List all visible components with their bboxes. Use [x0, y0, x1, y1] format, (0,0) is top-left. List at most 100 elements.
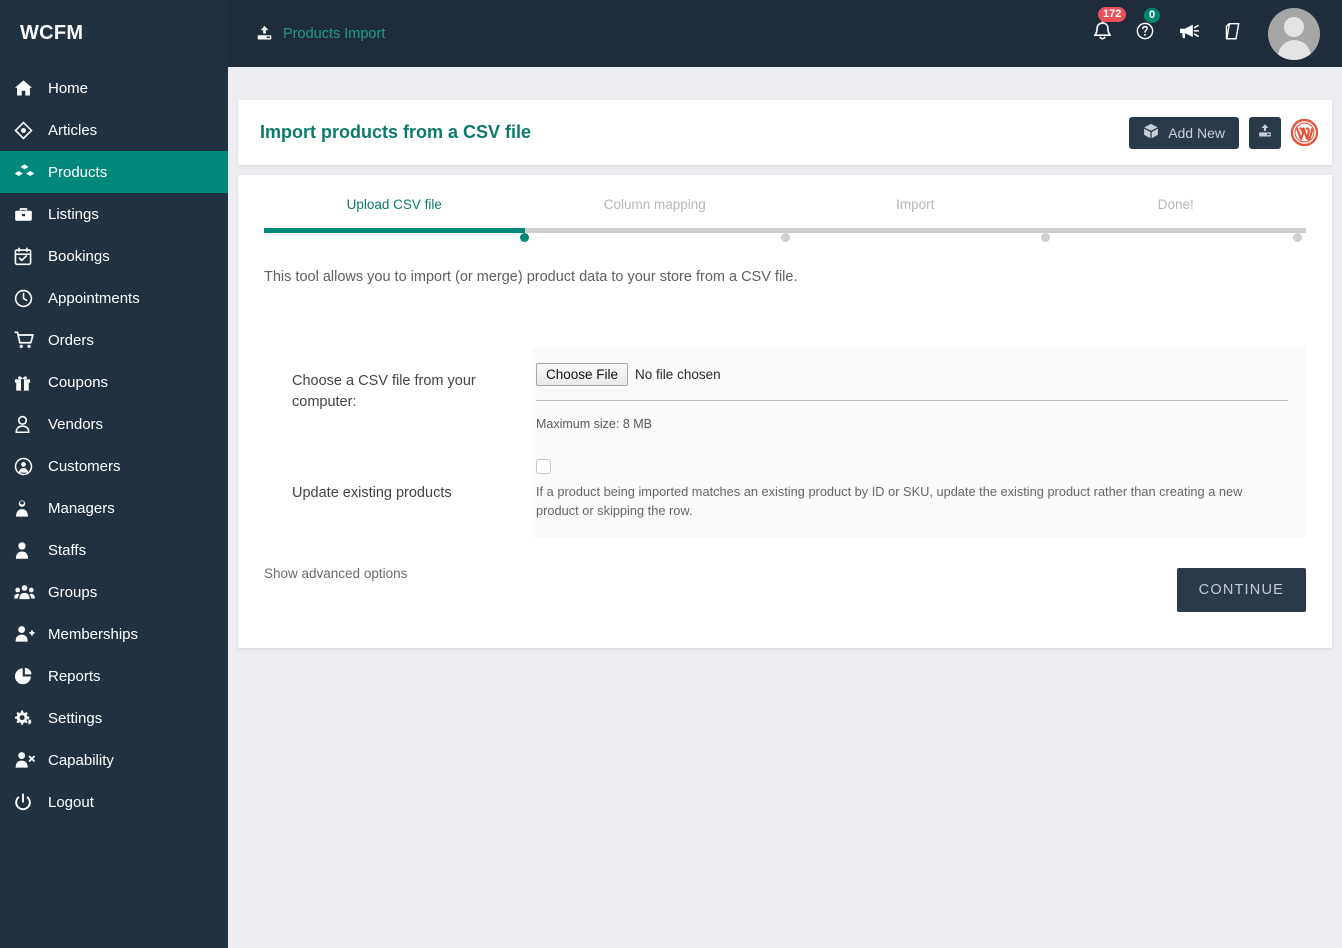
sidebar-item-orders[interactable]: Orders [0, 319, 228, 361]
step-upload-csv[interactable]: Upload CSV file [264, 197, 525, 228]
sidebar-item-label: Memberships [48, 625, 139, 643]
sidebar-item-home[interactable]: Home [0, 67, 228, 109]
main-content: Import products from a CSV file Add New [228, 67, 1342, 948]
gears-icon [14, 709, 48, 728]
sidebar-item-label: Articles [48, 121, 98, 139]
products-icon [14, 163, 48, 181]
sidebar-item-label: Products [48, 163, 108, 181]
stepper-labels: Upload CSV file Column mapping Import Do… [264, 197, 1306, 228]
notifications-button[interactable]: 172 [1092, 6, 1127, 48]
sidebar-item-groups[interactable]: Groups [0, 571, 228, 613]
sidebar-item-memberships[interactable]: Memberships [0, 613, 228, 655]
gift-icon [14, 373, 48, 392]
bell-icon [1092, 20, 1113, 48]
upload-icon [256, 25, 273, 42]
avatar-head [1284, 16, 1304, 37]
sidebar-item-bookings[interactable]: Bookings [0, 235, 228, 277]
avatar[interactable] [1268, 7, 1320, 60]
file-input-line: Choose File No file chosen [536, 363, 1288, 401]
sidebar-item-label: Coupons [48, 373, 109, 391]
sidebar-item-label: Capability [48, 751, 114, 769]
download-icon [1257, 123, 1273, 142]
cube-icon [1143, 123, 1159, 142]
sidebar-item-capability[interactable]: Capability [0, 739, 228, 781]
sidebar-item-managers[interactable]: Managers [0, 487, 228, 529]
user-circle-icon [14, 457, 48, 476]
top-bar-actions: 172 0 [1092, 6, 1342, 60]
sidebar-item-articles[interactable]: Articles [0, 109, 228, 151]
import-wizard-card: Upload CSV file Column mapping Import Do… [238, 175, 1332, 649]
wizard-stepper: Upload CSV file Column mapping Import Do… [264, 175, 1306, 242]
book-icon [1222, 21, 1242, 47]
step-import[interactable]: Import [785, 197, 1046, 228]
choose-file-button[interactable]: Choose File [536, 363, 629, 386]
csv-file-field: Choose File No file chosen Maximum size:… [532, 347, 1306, 445]
sidebar-item-label: Customers [48, 457, 121, 475]
calendar-check-icon [14, 247, 48, 266]
sidebar-item-logout[interactable]: Logout [0, 781, 228, 823]
step-column-mapping[interactable]: Column mapping [525, 197, 786, 228]
sidebar-item-customers[interactable]: Customers [0, 445, 228, 487]
home-icon [14, 79, 48, 97]
update-existing-checkbox[interactable] [536, 459, 551, 474]
sidebar-item-products[interactable]: Products [0, 151, 228, 193]
update-existing-description: If a product being imported matches an e… [536, 484, 1243, 518]
sidebar-item-listings[interactable]: Listings [0, 193, 228, 235]
wizard-footer: Show advanced options CONTINUE [264, 564, 1306, 624]
sidebar-item-label: Settings [48, 709, 103, 727]
announcements-button[interactable] [1177, 21, 1200, 46]
sidebar-item-reports[interactable]: Reports [0, 655, 228, 697]
megaphone-icon [1177, 21, 1200, 46]
knowledgebase-button[interactable] [1222, 21, 1242, 47]
user-plus-icon [14, 625, 48, 643]
step-dot-import [1041, 233, 1050, 242]
sidebar-item-vendors[interactable]: Vendors [0, 403, 228, 445]
brand-name: WCFM [20, 22, 84, 44]
add-new-label: Add New [1168, 124, 1225, 141]
sidebar-item-label: Home [48, 79, 89, 97]
sidebar-item-coupons[interactable]: Coupons [0, 361, 228, 403]
sidebar-item-label: Listings [48, 205, 99, 223]
sidebar-item-appointments[interactable]: Appointments [0, 277, 228, 319]
continue-button[interactable]: CONTINUE [1176, 568, 1306, 613]
show-advanced-options-link[interactable]: Show advanced options [264, 564, 407, 581]
wordpress-icon[interactable] [1291, 119, 1318, 146]
sidebar-item-settings[interactable]: Settings [0, 697, 228, 739]
sidebar: Home Articles Products Listings Bookings [0, 67, 228, 948]
import-button[interactable] [1249, 116, 1281, 149]
sidebar-item-label: Reports [48, 667, 101, 685]
briefcase-icon [14, 206, 48, 223]
user-lock-icon [14, 499, 48, 518]
sidebar-item-label: Managers [48, 499, 115, 517]
breadcrumb-label: Products Import [283, 25, 386, 42]
csv-file-row: Choose a CSV file from your computer: Ch… [264, 347, 1306, 445]
upload-form: Choose a CSV file from your computer: Ch… [264, 347, 1306, 539]
file-status-text: No file chosen [635, 367, 721, 382]
clock-icon [14, 289, 48, 308]
step-done[interactable]: Done! [1046, 197, 1307, 228]
help-button[interactable]: 0 [1135, 8, 1161, 46]
pie-chart-icon [14, 667, 48, 686]
user-times-icon [14, 751, 48, 769]
articles-icon [14, 120, 48, 140]
question-circle-icon [1135, 21, 1155, 46]
users-group-icon [14, 584, 48, 601]
sidebar-item-label: Orders [48, 331, 94, 349]
sidebar-item-label: Groups [48, 583, 98, 601]
sidebar-item-label: Staffs [48, 541, 87, 559]
breadcrumb[interactable]: Products Import [256, 25, 385, 42]
avatar-body [1277, 39, 1311, 60]
page-header-actions: Add New [1129, 116, 1318, 149]
update-existing-field: If a product being imported matches an e… [532, 445, 1306, 539]
stepper-track [264, 228, 1306, 242]
add-new-button[interactable]: Add New [1129, 116, 1239, 149]
csv-file-label: Choose a CSV file from your computer: [292, 373, 476, 411]
user-solid-icon [14, 541, 48, 560]
cart-icon [14, 331, 48, 349]
step-dot-done [1293, 233, 1303, 242]
brand-logo[interactable]: WCFM [0, 0, 228, 67]
stepper-progress-fill [264, 228, 525, 233]
sidebar-item-label: Appointments [48, 289, 140, 307]
help-badge: 0 [1144, 8, 1161, 23]
sidebar-item-staffs[interactable]: Staffs [0, 529, 228, 571]
